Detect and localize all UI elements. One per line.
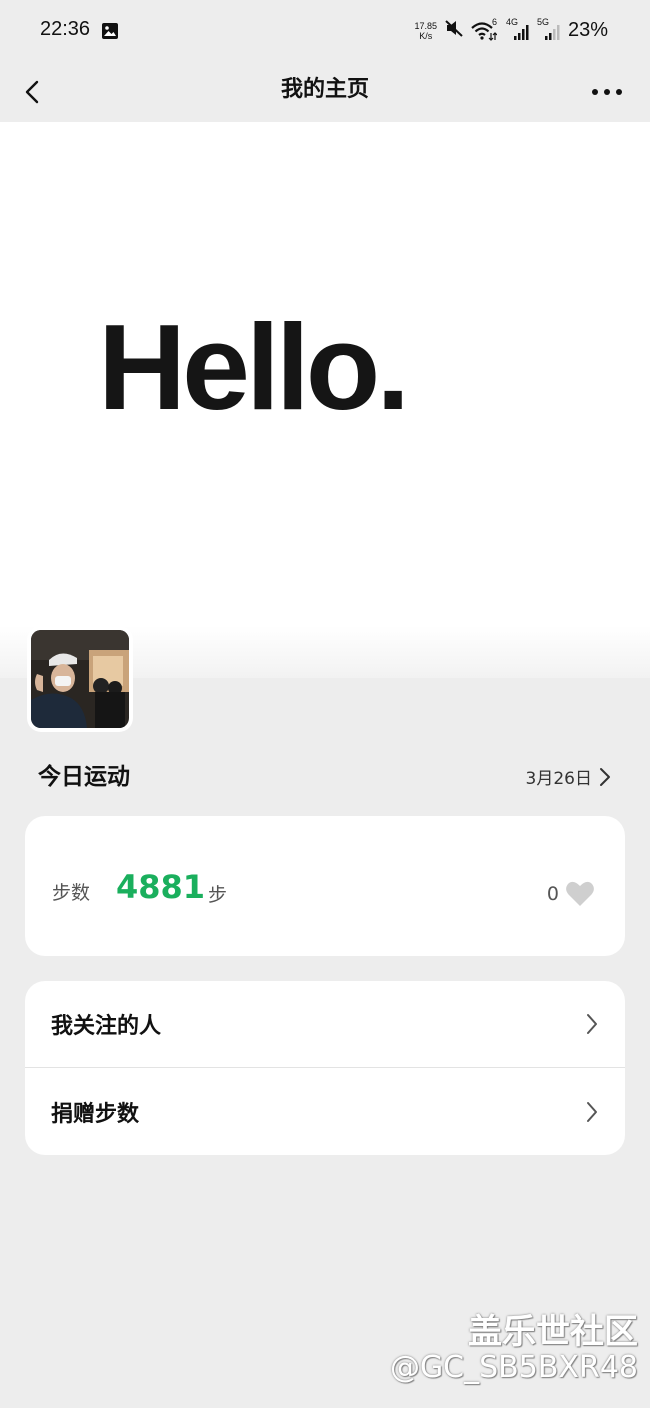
watermark-user: @GC_SB5BXR48 [389, 1350, 638, 1385]
status-bar: 22:36 17.85 K/s 6 4G 5G 23% [0, 0, 650, 62]
chevron-right-icon [600, 767, 610, 786]
signal-5g-label: 5G [536, 16, 549, 27]
battery-percent: 23% [567, 19, 608, 41]
cover-image[interactable]: Hello. [0, 122, 650, 678]
steps-value: 4881 [116, 868, 206, 906]
more-button[interactable] [590, 80, 624, 104]
steps-unit: 步 [208, 884, 228, 906]
signal-4g-label: 4G [505, 16, 518, 27]
steps-label: 步数 [52, 882, 91, 904]
gallery-notification-icon [101, 22, 119, 40]
signal-5g-icon: 5G [537, 17, 561, 41]
date-link[interactable]: 3月26日 [526, 764, 612, 789]
menu-item-following[interactable]: 我关注的人 [25, 981, 625, 1067]
chevron-right-icon [587, 1101, 597, 1122]
page-title: 我的主页 [280, 76, 369, 102]
signal-4g-icon: 4G [506, 17, 530, 41]
menu-list: 我关注的人 捐赠步数 [25, 981, 625, 1155]
net-speed-value: 17.85 [414, 20, 437, 31]
heart-icon [566, 881, 594, 906]
cover-text: Hello. [98, 299, 410, 435]
like-count: 0 [546, 882, 559, 905]
avatar-photo [31, 630, 129, 728]
like-button[interactable]: 0 [547, 880, 595, 907]
mute-icon [444, 18, 464, 43]
net-speed: 17.85 K/s [414, 21, 437, 41]
menu-item-label: 我关注的人 [51, 1013, 162, 1039]
menu-item-donate-steps[interactable]: 捐赠步数 [25, 1067, 625, 1155]
nav-bar: 我的主页 [0, 62, 650, 122]
status-time: 22:36 [40, 18, 91, 40]
date-label: 3月26日 [525, 769, 592, 789]
wifi-icon: 6 [471, 17, 499, 41]
net-speed-unit: K/s [419, 30, 433, 41]
avatar[interactable] [27, 626, 133, 732]
menu-item-label: 捐赠步数 [51, 1100, 140, 1127]
status-icons: 17.85 K/s 6 4G 5G 23% [414, 17, 608, 43]
today-title: 今日运动 [38, 763, 130, 790]
more-dots-icon [592, 89, 622, 95]
chevron-right-icon [587, 1014, 597, 1034]
watermark-community: 盖乐世社区 [468, 1312, 638, 1352]
wifi-badge: 6 [491, 16, 497, 27]
steps-card[interactable]: 步数 4881 步 0 [25, 816, 625, 956]
